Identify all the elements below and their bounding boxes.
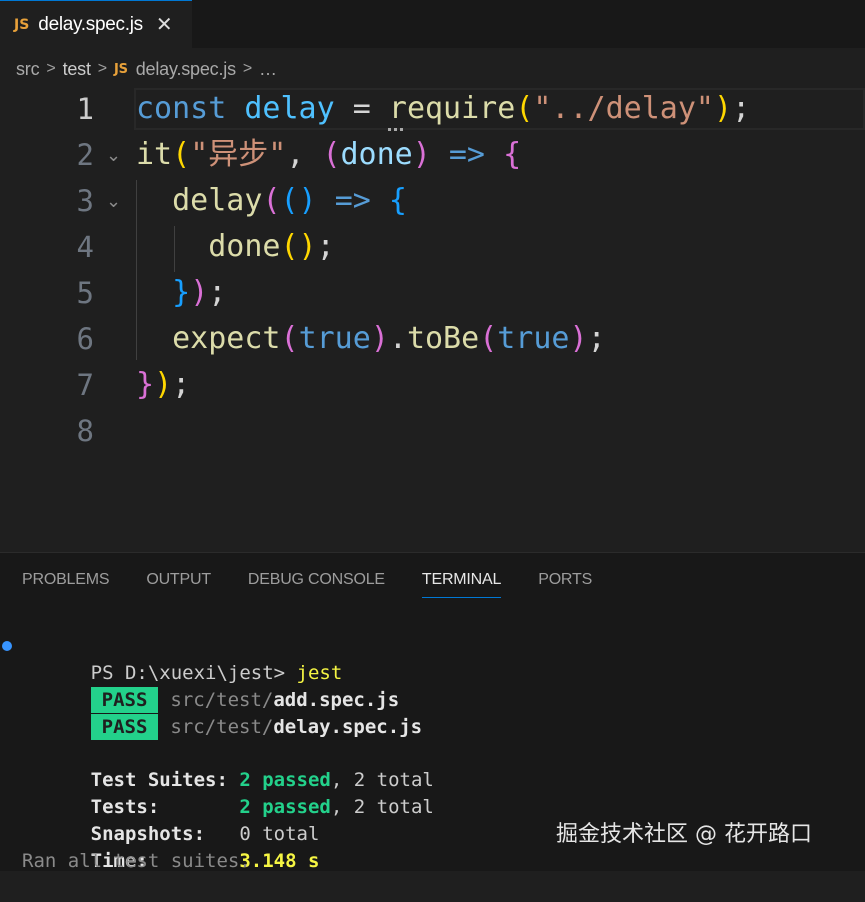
- breadcrumb-item-src[interactable]: src: [16, 59, 40, 80]
- tab-label: delay.spec.js: [38, 13, 143, 35]
- pass-badge: PASS: [90, 714, 159, 740]
- code-text: it("异步", (done) => {: [136, 137, 522, 172]
- fold-chevron-icon[interactable]: ⌄: [106, 132, 121, 178]
- watermark: 掘金技术社区 @ 花开路口: [556, 822, 812, 847]
- code-line-4[interactable]: 4 done();: [0, 224, 865, 270]
- chevron-right-icon: >: [97, 60, 107, 77]
- breadcrumb-item-test[interactable]: test: [63, 59, 91, 80]
- code-text: expect(true).toBe(true);: [172, 321, 606, 356]
- line-number: 7: [76, 368, 94, 402]
- line-number: 6: [76, 322, 94, 356]
- tab-problems[interactable]: PROBLEMS: [22, 571, 110, 598]
- code-text: const delay = require("../delay");: [136, 91, 751, 126]
- test-result-row: PASS src/test/delay.spec.js: [22, 687, 422, 740]
- tab-delay-spec[interactable]: JS delay.spec.js ✕: [0, 0, 192, 48]
- summary-snapshots: Snapshots: 0 total: [90, 823, 320, 845]
- summary-time: Time: 3.148 s: [90, 850, 320, 872]
- tab-output[interactable]: OUTPUT: [146, 571, 211, 598]
- code-line-2[interactable]: 2 ⌄ it("异步", (done) => {: [0, 132, 865, 178]
- tab-terminal[interactable]: TERMINAL: [421, 571, 501, 598]
- breadcrumb: src > test > JS delay.spec.js > …: [16, 56, 277, 82]
- code-text: });: [136, 367, 191, 402]
- summary-test-suites: Test Suites: 2 passed, 2 total: [90, 769, 434, 791]
- javascript-file-icon: JS: [113, 61, 128, 77]
- code-text: done();: [208, 229, 335, 264]
- line-number: 4: [76, 230, 94, 264]
- test-file-name: delay.spec.js: [273, 716, 423, 738]
- code-line-3[interactable]: 3 ⌄ delay(() => {: [0, 178, 865, 224]
- line-number: 8: [76, 414, 94, 448]
- test-result-row: PASS src/test/add.spec.js: [22, 660, 399, 713]
- command-status-dot-icon[interactable]: [2, 641, 12, 651]
- code-line-8[interactable]: 8: [0, 408, 865, 454]
- code-line-1[interactable]: 1 const delay = require("../delay");: [0, 86, 865, 132]
- code-line-5[interactable]: 5 });: [0, 270, 865, 316]
- chevron-right-icon: >: [242, 60, 253, 77]
- terminal-prompt-line: PS D:\xuexi\jest> jest: [2, 633, 342, 684]
- chevron-right-icon: >: [46, 60, 56, 77]
- panel-tabs: PROBLEMS OUTPUT DEBUG CONSOLE TERMINAL P…: [22, 571, 629, 598]
- line-number: 2: [76, 138, 94, 172]
- breadcrumb-item-file[interactable]: delay.spec.js: [136, 59, 236, 80]
- line-number: 3: [76, 184, 94, 218]
- code-line-6[interactable]: 6 expect(true).toBe(true);: [0, 316, 865, 362]
- editor-tab-bar: JS delay.spec.js ✕: [0, 0, 865, 48]
- line-number: 1: [76, 92, 94, 126]
- code-text: delay(() => {: [172, 183, 407, 218]
- summary-footer: Ran all test suites.: [22, 850, 251, 872]
- breadcrumb-more[interactable]: …: [259, 59, 277, 80]
- code-text: });: [172, 275, 227, 310]
- close-icon[interactable]: ✕: [156, 15, 173, 35]
- code-editor[interactable]: 1 const delay = require("../delay"); 2 ⌄…: [0, 86, 865, 552]
- summary-tests: Tests: 2 passed, 2 total: [90, 796, 434, 818]
- fold-chevron-icon[interactable]: ⌄: [106, 178, 121, 224]
- tab-debug-console[interactable]: DEBUG CONSOLE: [248, 571, 385, 598]
- code-line-7[interactable]: 7 });: [0, 362, 865, 408]
- javascript-file-icon: JS: [14, 16, 30, 33]
- line-number: 5: [76, 276, 94, 310]
- tab-ports[interactable]: PORTS: [538, 571, 592, 598]
